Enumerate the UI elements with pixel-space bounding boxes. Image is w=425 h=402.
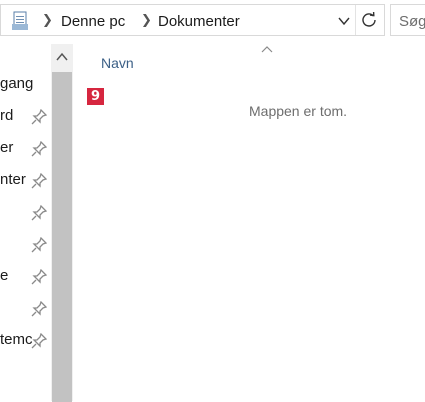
divider: [355, 5, 356, 35]
nav-item-label: e: [0, 267, 9, 284]
breadcrumb-separator[interactable]: ❯: [141, 12, 152, 28]
nav-item-label: gang: [0, 75, 34, 92]
scroll-thumb[interactable]: [52, 72, 72, 402]
breadcrumb-denne-pc[interactable]: Denne pc: [61, 13, 125, 30]
nav-item-quick-access[interactable]: gang: [0, 71, 52, 99]
refresh-icon[interactable]: [360, 11, 378, 29]
pin-icon[interactable]: [31, 269, 47, 285]
nav-item-pinned[interactable]: er: [0, 135, 52, 163]
step-badge: 9: [87, 88, 104, 105]
pin-icon[interactable]: [31, 141, 47, 157]
navigation-pane: gang rd er nter e temc: [0, 44, 52, 401]
nav-item-label: nter: [0, 171, 26, 188]
breadcrumb-separator[interactable]: ❯: [42, 12, 53, 28]
search-placeholder: Søg: [399, 13, 425, 30]
nav-item-label: er: [0, 139, 14, 156]
nav-item-pinned[interactable]: temc: [0, 327, 52, 355]
pin-icon[interactable]: [31, 301, 47, 317]
nav-item-pinned[interactable]: [0, 231, 52, 259]
nav-item-pinned[interactable]: [0, 295, 52, 323]
pin-icon[interactable]: [31, 205, 47, 221]
address-bar[interactable]: ❯ Denne pc ❯ Dokumenter: [0, 4, 385, 36]
breadcrumb-dokumenter[interactable]: Dokumenter: [158, 13, 240, 30]
nav-item-pinned[interactable]: [0, 199, 52, 227]
nav-scrollbar[interactable]: [51, 44, 73, 402]
nav-item-label: rd: [0, 107, 14, 124]
pin-icon[interactable]: [31, 333, 47, 349]
nav-item-pinned[interactable]: nter: [0, 167, 52, 195]
nav-item-pinned[interactable]: e: [0, 263, 52, 291]
folder-doc-icon: [12, 11, 28, 30]
pin-icon[interactable]: [31, 109, 47, 125]
chevron-down-icon[interactable]: [337, 14, 351, 28]
pin-icon[interactable]: [31, 237, 47, 253]
empty-folder-message: Mappen er tom.: [249, 103, 348, 119]
search-input[interactable]: Søg: [390, 4, 425, 36]
sort-ascending-icon: [261, 46, 273, 53]
scroll-up-icon[interactable]: [51, 44, 73, 70]
file-list-area[interactable]: Navn 9 Mappen er tom.: [74, 44, 425, 401]
pin-icon[interactable]: [31, 173, 47, 189]
nav-item-pinned[interactable]: rd: [0, 103, 52, 131]
column-header-name[interactable]: Navn: [101, 55, 134, 71]
nav-item-label: temc: [0, 331, 33, 348]
